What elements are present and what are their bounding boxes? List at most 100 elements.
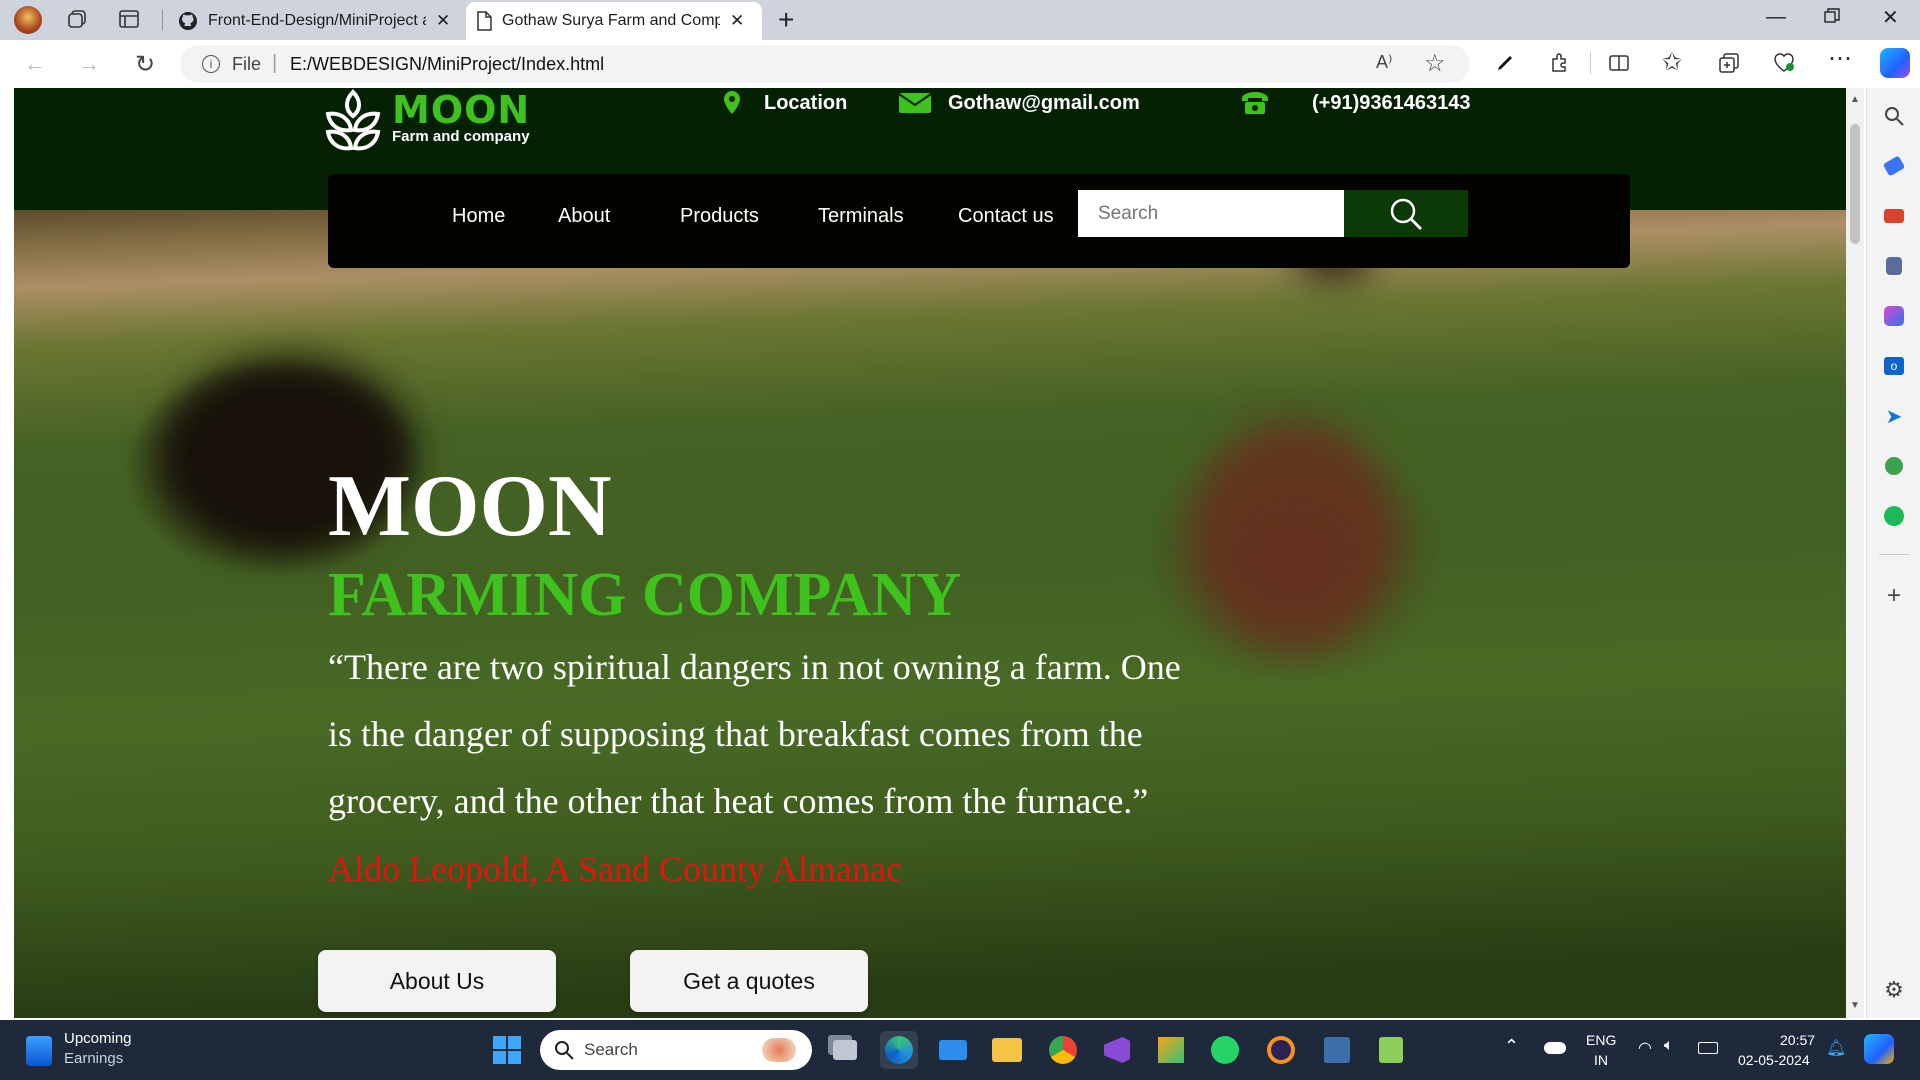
language-line1[interactable]: ENG <box>1586 1032 1616 1048</box>
sidebar-tools-icon[interactable] <box>1880 202 1908 230</box>
browser-tab-bar: Front-End-Design/MiniProject at ✕ Gothaw… <box>0 0 1920 40</box>
start-windows-icon[interactable] <box>488 1031 526 1069</box>
email-text: Gothaw@gmail.com <box>948 91 1140 114</box>
scroll-thumb[interactable] <box>1850 124 1860 244</box>
taskbar-search[interactable]: Search <box>540 1030 812 1070</box>
info-icon[interactable]: i <box>202 55 220 73</box>
hero-title: MOON <box>328 458 612 555</box>
sidebar-search-icon[interactable] <box>1880 102 1908 130</box>
tab-actions-icon[interactable] <box>118 9 140 34</box>
copilot-icon[interactable] <box>1880 48 1910 78</box>
dev-tools-icon[interactable] <box>1152 1031 1190 1069</box>
visual-studio-icon[interactable] <box>1098 1031 1136 1069</box>
nav-products[interactable]: Products <box>680 205 759 228</box>
logo-name: MOON <box>392 88 531 132</box>
nav-about[interactable]: About <box>558 205 610 228</box>
get-quotes-button[interactable]: Get a quotes <box>630 950 868 1012</box>
tab-divider <box>162 10 163 30</box>
tab-active-page[interactable]: Gothaw Surya Farm and Company ✕ <box>466 2 762 40</box>
logo-tagline: Farm and company <box>392 128 530 145</box>
hero-quote-line: is the danger of supposing that breakfas… <box>328 714 1143 754</box>
notepad-icon[interactable] <box>1372 1031 1410 1069</box>
file-explorer-icon[interactable] <box>988 1031 1026 1069</box>
sidebar-outlook-icon[interactable]: o <box>1880 352 1908 380</box>
sidebar-games-icon[interactable] <box>1880 252 1908 280</box>
volume-icon[interactable]: 🔈︎ <box>1664 1037 1674 1055</box>
address-bar[interactable]: i File | E:/WEBDESIGN/MiniProject/Index.… <box>180 45 1470 83</box>
nav-terminals[interactable]: Terminals <box>818 205 904 228</box>
widget-line2[interactable]: Earnings <box>64 1050 123 1067</box>
sidebar-add-icon[interactable]: + <box>1880 582 1908 610</box>
page-scrollbar[interactable]: ▲ ▼ <box>1846 88 1864 1018</box>
workspaces-icon[interactable] <box>66 8 88 35</box>
split-screen-icon[interactable] <box>1608 52 1630 79</box>
favorites-icon[interactable]: ✩ <box>1662 48 1682 77</box>
task-view-icon[interactable] <box>826 1031 864 1069</box>
mail-icon[interactable] <box>934 1031 972 1069</box>
clock-time[interactable]: 20:57 <box>1780 1032 1815 1048</box>
sidebar-tree-icon[interactable] <box>1880 452 1908 480</box>
profile-avatar[interactable] <box>14 6 42 34</box>
phone-text: (+91)9361463143 <box>1312 91 1471 114</box>
stocks-widget-icon[interactable] <box>26 1036 52 1066</box>
search-icon <box>555 1041 574 1060</box>
close-tab-icon[interactable]: ✕ <box>436 11 450 31</box>
ide-icon[interactable] <box>1318 1031 1356 1069</box>
minimize-icon[interactable]: — <box>1766 6 1786 29</box>
sidebar-divider <box>1879 554 1909 555</box>
eclipse-icon[interactable] <box>1262 1031 1300 1069</box>
pen-extension-icon[interactable] <box>1494 52 1516 79</box>
back-arrow-icon[interactable]: ← <box>18 47 52 81</box>
sidebar-office-icon[interactable] <box>1880 302 1908 330</box>
close-window-icon[interactable]: ✕ <box>1882 5 1899 30</box>
contact-location: Location <box>722 88 847 118</box>
search-icon <box>1390 198 1422 230</box>
toolbar-divider <box>1590 52 1591 74</box>
forward-arrow-icon[interactable]: → <box>72 47 106 81</box>
favorite-star-icon[interactable]: ☆ <box>1424 49 1446 78</box>
extensions-icon[interactable] <box>1548 52 1570 79</box>
quote-author: Aldo Leopold, A Sand County Almanac <box>328 849 902 889</box>
more-menu-icon[interactable]: ⋯ <box>1828 44 1852 73</box>
site-search-button[interactable] <box>1344 190 1468 237</box>
clock-date[interactable]: 02-05-2024 <box>1738 1052 1810 1068</box>
browser-essentials-icon[interactable] <box>1772 51 1796 78</box>
location-pin-icon <box>724 91 740 114</box>
battery-icon[interactable] <box>1698 1042 1718 1054</box>
show-hidden-icons[interactable]: ⌃ <box>1504 1036 1519 1057</box>
taskbar-search-text: Search <box>584 1040 638 1059</box>
page-file-icon <box>476 11 492 31</box>
wifi-icon[interactable]: ◠ <box>1638 1038 1652 1058</box>
tab-github[interactable]: Front-End-Design/MiniProject at ✕ <box>170 2 460 40</box>
github-icon <box>178 11 198 31</box>
site-logo[interactable]: MOON Farm and company <box>324 88 554 154</box>
new-tab-icon[interactable]: + <box>778 4 794 36</box>
nav-home[interactable]: Home <box>452 205 505 228</box>
collections-icon[interactable] <box>1718 52 1740 79</box>
copilot-taskbar-icon[interactable] <box>1864 1034 1894 1064</box>
sidebar-send-icon[interactable]: ➤ <box>1880 402 1908 430</box>
read-aloud-icon[interactable]: A⁾ <box>1376 52 1392 73</box>
whatsapp-icon[interactable] <box>1206 1031 1244 1069</box>
restore-icon[interactable] <box>1824 8 1840 29</box>
widget-line1[interactable]: Upcoming <box>64 1030 132 1047</box>
language-line2[interactable]: IN <box>1594 1052 1608 1068</box>
leaf-logo-icon <box>325 89 381 151</box>
onedrive-cloud-icon[interactable] <box>1544 1042 1566 1054</box>
close-tab-icon[interactable]: ✕ <box>730 11 744 31</box>
scroll-down-icon[interactable]: ▼ <box>1850 1000 1860 1011</box>
nav-contact[interactable]: Contact us <box>958 205 1054 228</box>
sidebar-settings-icon[interactable]: ⚙ <box>1880 976 1908 1004</box>
sidebar-shopping-icon[interactable] <box>1880 152 1908 180</box>
scroll-up-icon[interactable]: ▲ <box>1850 94 1860 105</box>
notification-bell-icon[interactable]: 🔔︎ <box>1826 1038 1846 1058</box>
sidebar-spotify-icon[interactable] <box>1880 502 1908 530</box>
hero-quote-line: grocery, and the other that heat comes f… <box>328 781 1149 821</box>
chrome-icon[interactable] <box>1044 1031 1082 1069</box>
envelope-icon <box>898 93 932 113</box>
search-highlight-icon <box>762 1038 796 1062</box>
site-search-input[interactable] <box>1078 190 1344 237</box>
edge-browser-icon[interactable] <box>880 1031 918 1069</box>
refresh-icon[interactable]: ↻ <box>128 47 162 81</box>
about-us-button[interactable]: About Us <box>318 950 556 1012</box>
